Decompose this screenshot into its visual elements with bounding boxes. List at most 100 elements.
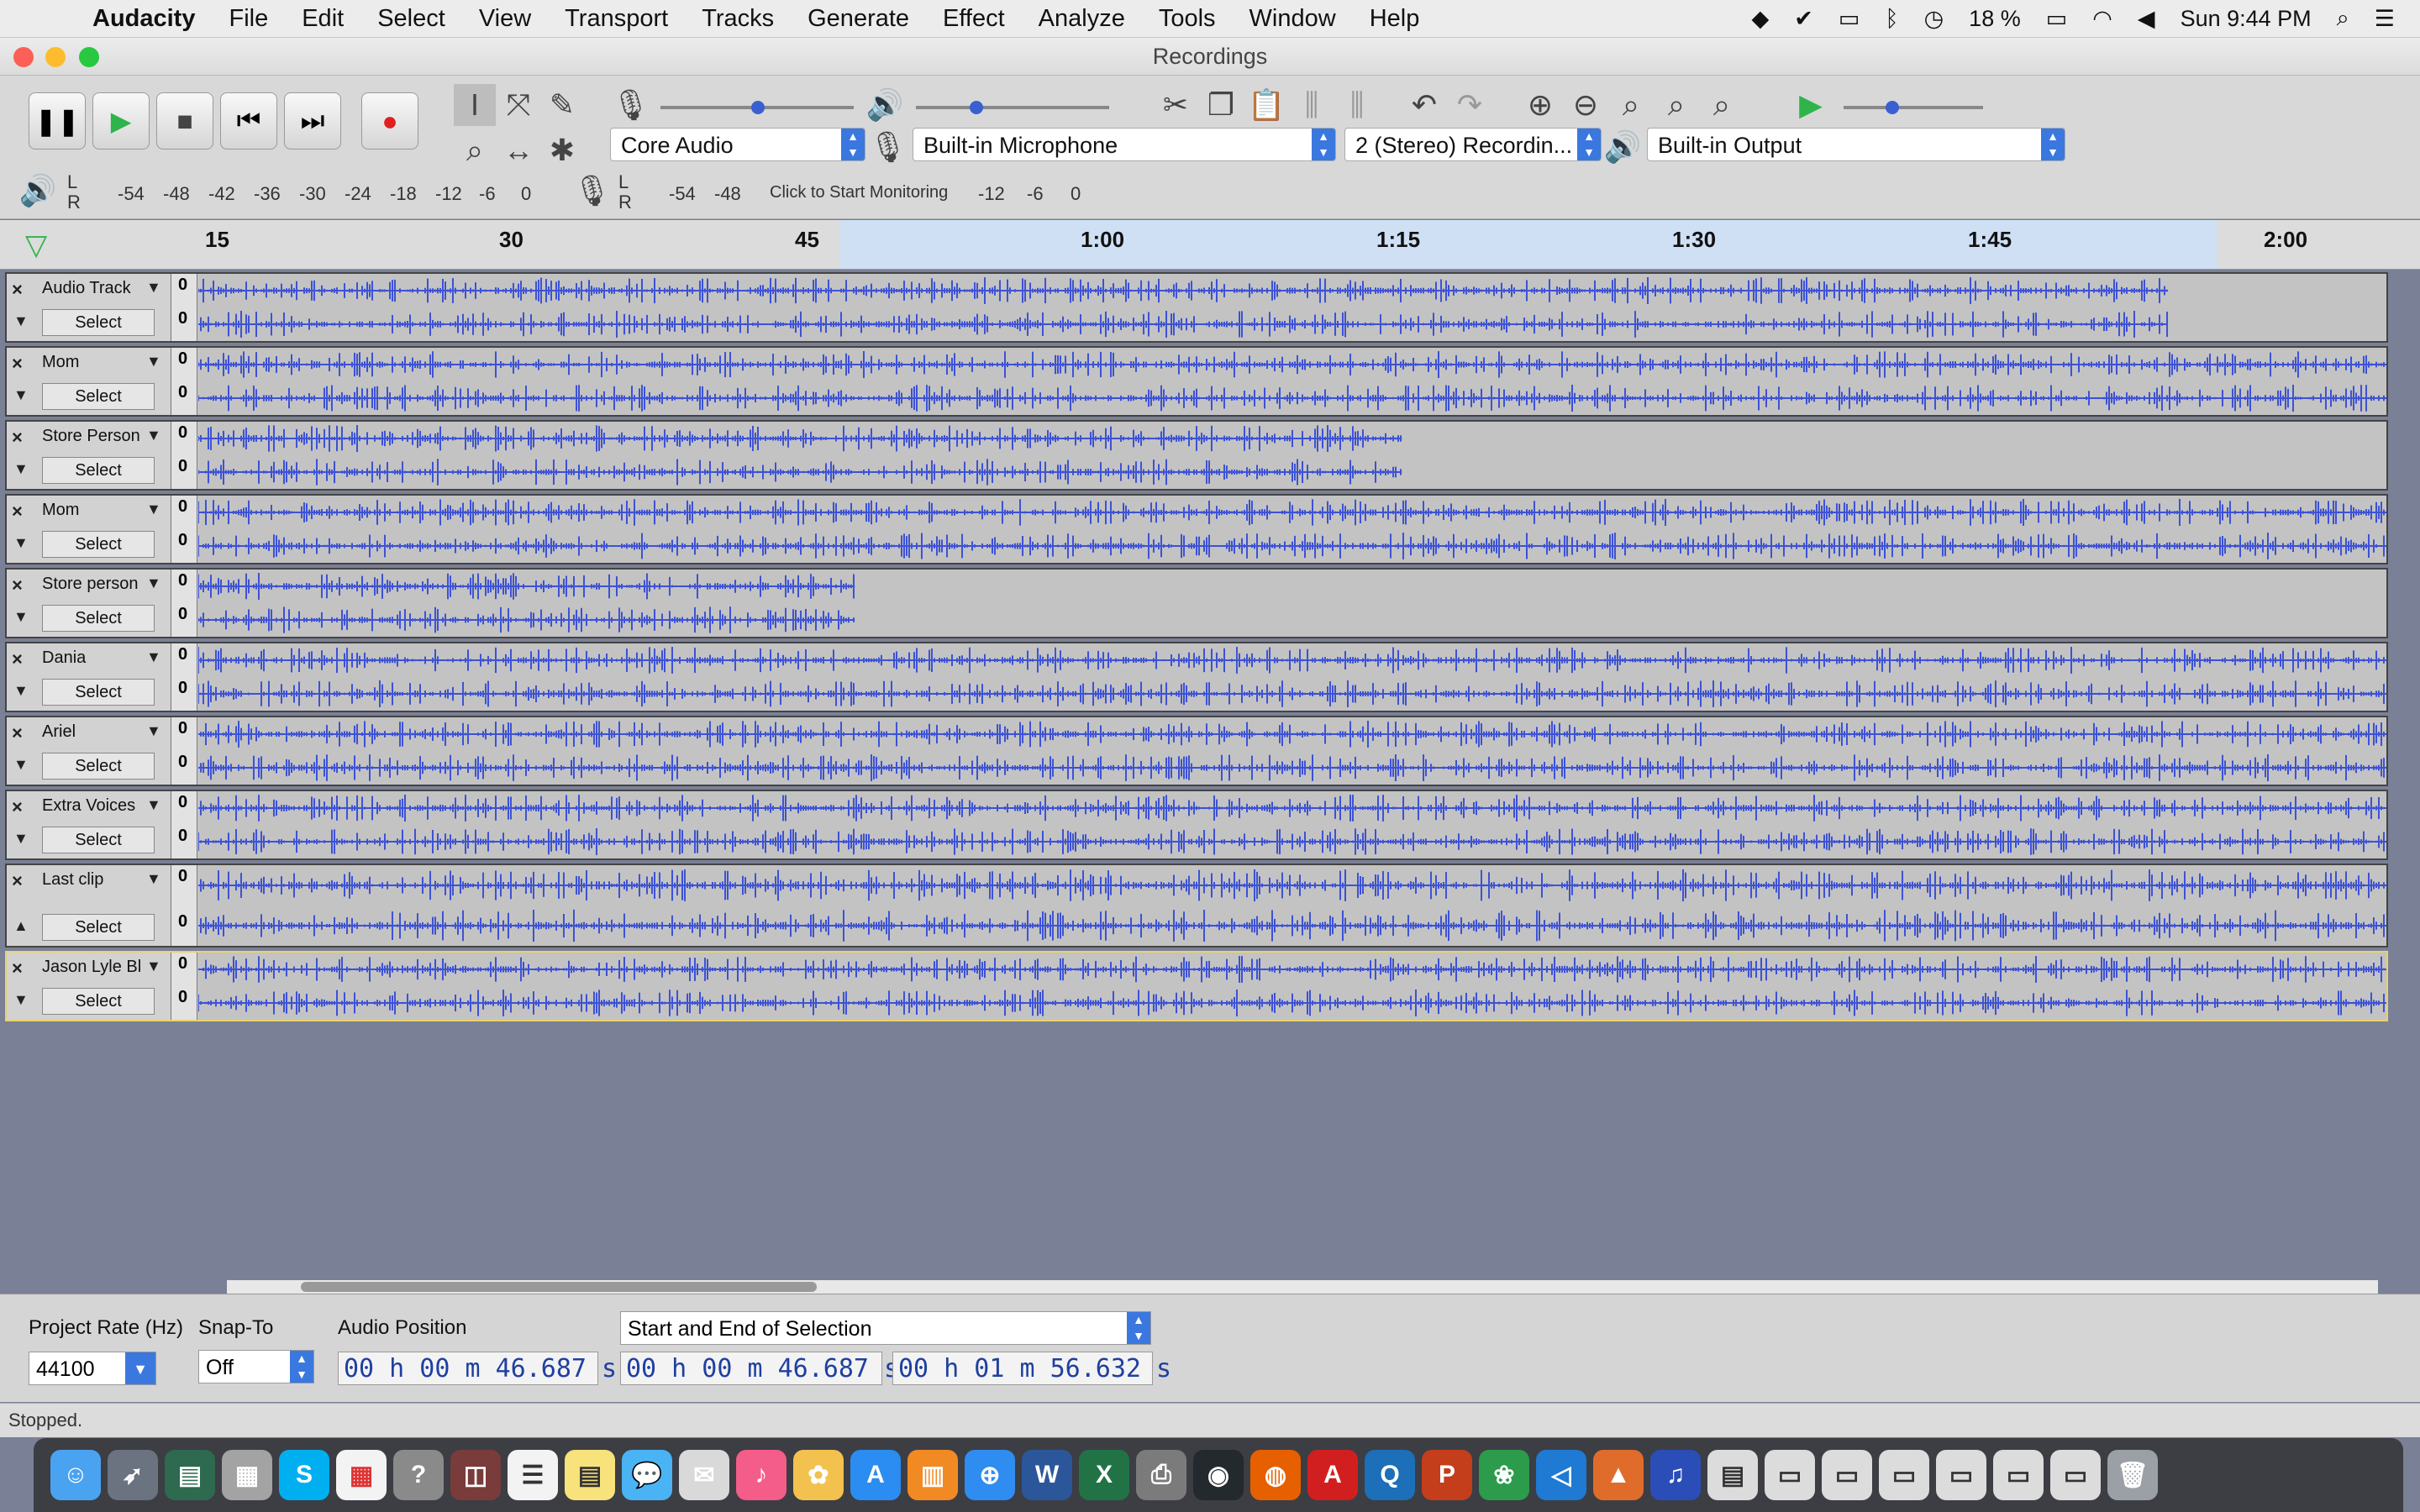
trim-button[interactable]: ⫼ <box>1291 84 1333 126</box>
track-name[interactable]: Dania <box>42 648 141 668</box>
firefox-icon[interactable]: ◍ <box>1250 1450 1301 1500</box>
track-name[interactable]: Store Person <box>42 427 141 446</box>
safari-icon[interactable]: ⊕ <box>965 1450 1015 1500</box>
track[interactable]: × Dania ▼ ▼ Select 00 <box>5 642 2388 712</box>
selection-start-time[interactable]: 00 h 00 m 46.687 s <box>620 1352 899 1385</box>
track-menu-icon[interactable]: ▼ <box>146 501 161 518</box>
track-control-panel[interactable]: × Audio Track ▼ ▼ Select <box>7 274 171 341</box>
time-shift-tool[interactable]: ↔ <box>497 129 539 171</box>
spotlight-icon[interactable]: ⌕ <box>2337 5 2349 32</box>
waveform[interactable] <box>198 865 2386 946</box>
track-control-panel[interactable]: × Store person ▼ ▼ Select <box>7 570 171 637</box>
track[interactable]: × Last clip ▼ ▲ Select 00 <box>5 864 2388 948</box>
track-control-panel[interactable]: × Jason Lyle Bl ▼ ▼ Select <box>7 953 171 1020</box>
track[interactable]: × Audio Track ▼ ▼ Select 00 <box>5 272 2388 343</box>
silence-button[interactable]: ⫼ <box>1336 84 1378 126</box>
battery-percent[interactable]: 18 % <box>1969 6 2021 32</box>
app-menu[interactable]: Audacity <box>92 5 195 33</box>
playback-volume-slider[interactable] <box>916 106 1109 109</box>
draw-tool[interactable]: ✎ <box>541 84 583 126</box>
track-name[interactable]: Jason Lyle Bl <box>42 958 141 977</box>
playback-meter-icon[interactable]: 🔊 <box>17 170 59 212</box>
close-track-icon[interactable]: × <box>12 279 23 301</box>
play-button[interactable]: ▶ <box>92 92 150 150</box>
output-device-select[interactable]: Built-in Output ▲ ▼ <box>1647 128 2065 161</box>
menu-analyze[interactable]: Analyze <box>1039 5 1125 33</box>
ibooks-icon[interactable]: ▥ <box>908 1450 958 1500</box>
collapse-icon[interactable]: ▼ <box>13 608 29 626</box>
track-select-button[interactable]: Select <box>42 753 155 780</box>
skip-start-button[interactable]: ⏮ <box>220 92 277 150</box>
collapse-icon[interactable]: ▼ <box>13 386 29 404</box>
skype-icon[interactable]: S <box>279 1450 329 1500</box>
input-device-select[interactable]: Built-in Microphone ▲ ▼ <box>913 128 1336 161</box>
envelope-tool[interactable]: ⤧ <box>497 84 539 126</box>
word-icon[interactable]: W <box>1022 1450 1072 1500</box>
airplay-icon[interactable]: ▭ <box>1839 6 1860 32</box>
selection-mode-select[interactable]: Start and End of Selection ▲ ▼ <box>620 1311 1151 1345</box>
zoom-toggle-button[interactable]: ⌕ <box>1701 84 1743 126</box>
track-select-button[interactable]: Select <box>42 309 155 336</box>
close-track-icon[interactable]: × <box>12 958 23 979</box>
play-speed-knob[interactable] <box>1886 101 1899 114</box>
track-select-button[interactable]: Select <box>42 988 155 1015</box>
volume-icon[interactable]: ◀ <box>2138 6 2155 32</box>
collapse-icon[interactable]: ▼ <box>13 682 29 700</box>
close-track-icon[interactable]: × <box>12 722 23 744</box>
collapse-icon[interactable]: ▼ <box>13 991 29 1009</box>
fit-project-button[interactable]: ⌕ <box>1655 84 1697 126</box>
close-track-icon[interactable]: × <box>12 870 23 892</box>
excel-icon[interactable]: X <box>1079 1450 1129 1500</box>
close-window-button[interactable] <box>13 47 34 67</box>
track-name[interactable]: Last clip <box>42 870 141 890</box>
window-thumbnail-icon[interactable]: ▭ <box>1765 1450 1815 1500</box>
waveform[interactable] <box>198 717 2386 785</box>
selection-end-time[interactable]: 00 h 01 m 56.632 s <box>892 1352 1171 1385</box>
help-icon[interactable]: ? <box>393 1450 444 1500</box>
menu-tracks[interactable]: Tracks <box>702 5 774 33</box>
paste-button[interactable]: 📋 <box>1245 84 1287 126</box>
close-track-icon[interactable]: × <box>12 427 23 449</box>
track-menu-icon[interactable]: ▼ <box>146 870 161 888</box>
record-meter-icon[interactable]: 🎙 <box>571 170 613 212</box>
track[interactable]: × Mom ▼ ▼ Select 00 <box>5 494 2388 564</box>
track-name[interactable]: Ariel <box>42 722 141 742</box>
messages-icon[interactable]: 💬 <box>622 1450 672 1500</box>
input-channels-select[interactable]: 2 (Stereo) Recordin... ▲ ▼ <box>1344 128 1602 161</box>
redo-button[interactable]: ↷ <box>1449 84 1491 126</box>
track[interactable]: × Ariel ▼ ▼ Select 00 <box>5 716 2388 786</box>
battery-icon[interactable]: ▭ <box>2046 6 2068 32</box>
collapse-icon[interactable]: ▼ <box>13 756 29 774</box>
pause-button[interactable]: ❚❚ <box>29 92 86 150</box>
notes-icon[interactable]: ▤ <box>565 1450 615 1500</box>
vscode-icon[interactable]: ◁ <box>1536 1450 1586 1500</box>
calendar-icon[interactable]: ▦ <box>336 1450 387 1500</box>
menu-select[interactable]: Select <box>377 5 445 33</box>
wifi-icon[interactable]: ◠ <box>2092 6 2112 32</box>
undo-button[interactable]: ↶ <box>1403 84 1445 126</box>
track-name[interactable]: Mom <box>42 501 141 520</box>
expand-icon[interactable]: ▲ <box>13 917 29 935</box>
window-thumbnail-icon[interactable]: ▭ <box>1879 1450 1929 1500</box>
activity-monitor-icon[interactable]: ▤ <box>165 1450 215 1500</box>
notification-center-icon[interactable]: ☰ <box>2375 6 2395 32</box>
track-menu-icon[interactable]: ▼ <box>146 958 161 975</box>
track-control-panel[interactable]: × Store Person ▼ ▼ Select <box>7 422 171 489</box>
photo-booth-icon[interactable]: ◫ <box>450 1450 501 1500</box>
track-name[interactable]: Store person <box>42 575 141 594</box>
track-select-button[interactable]: Select <box>42 679 155 706</box>
acrobat-icon[interactable]: A <box>1307 1450 1358 1500</box>
time-machine-icon[interactable]: ◷ <box>1924 6 1944 32</box>
record-button[interactable]: ● <box>361 92 418 150</box>
track-menu-icon[interactable]: ▼ <box>146 722 161 740</box>
cut-button[interactable]: ✂ <box>1155 84 1197 126</box>
track-select-button[interactable]: Select <box>42 457 155 484</box>
menu-view[interactable]: View <box>479 5 531 33</box>
track-control-panel[interactable]: × Dania ▼ ▼ Select <box>7 643 171 711</box>
github-icon[interactable]: ◉ <box>1193 1450 1244 1500</box>
track-menu-icon[interactable]: ▼ <box>146 353 161 370</box>
zoom-tool[interactable]: ⌕ <box>454 129 496 171</box>
track-control-panel[interactable]: × Last clip ▼ ▲ Select <box>7 865 171 946</box>
menu-transport[interactable]: Transport <box>565 5 668 33</box>
track-name[interactable]: Mom <box>42 353 141 372</box>
